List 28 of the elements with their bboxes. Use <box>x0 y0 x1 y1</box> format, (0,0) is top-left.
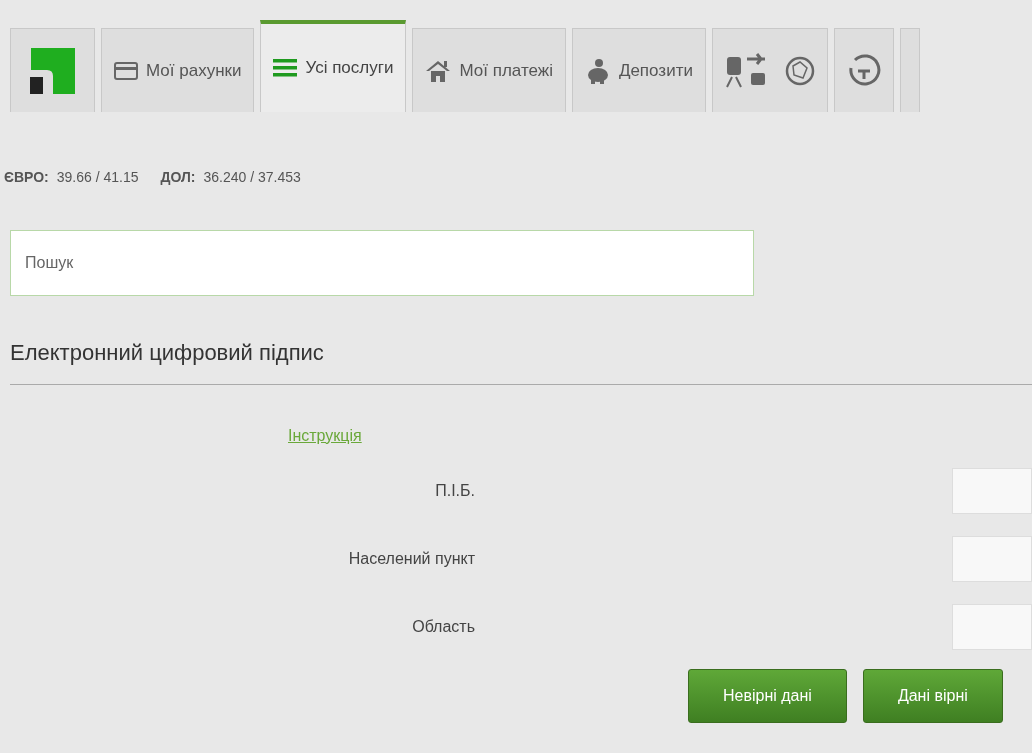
field-label: Населений пункт <box>347 550 475 568</box>
search-field[interactable]: Пошук <box>10 230 754 296</box>
nav-tab[interactable]: Мої платежі <box>412 28 566 112</box>
menu-icon <box>273 58 298 78</box>
form-button[interactable]: Дані вірні <box>862 669 1003 723</box>
nav-tab[interactable] <box>899 28 920 112</box>
currency-label: ДОЛ: <box>160 169 196 185</box>
input-field[interactable] <box>952 468 1032 514</box>
bank-logo-icon <box>28 45 77 96</box>
nav-tab[interactable]: Депозити <box>571 28 706 112</box>
input-field[interactable] <box>952 536 1032 582</box>
house-icon <box>425 58 452 83</box>
exchange-rate: 36.240 / 37.453 <box>203 169 301 185</box>
section-title: Електронний цифровий підпис <box>10 340 325 367</box>
history-tab[interactable] <box>833 28 894 112</box>
field-label: Область <box>411 618 475 636</box>
field-label: П.І.Б. <box>434 482 475 500</box>
globe-icon <box>784 55 815 86</box>
travel-tab[interactable] <box>711 28 828 112</box>
input-field[interactable] <box>952 604 1032 650</box>
clock-icon <box>846 53 881 88</box>
nav-tab[interactable]: Мої рахунки <box>101 28 255 112</box>
card-icon <box>114 61 138 80</box>
currency-label: ЄВРО: <box>4 169 49 185</box>
exchange-rate: 39.66 / 41.15 <box>56 169 139 185</box>
nav-tab[interactable]: Усі послуги <box>260 20 407 112</box>
logo-tab[interactable] <box>10 28 95 112</box>
form-button[interactable]: Невірні дані <box>688 669 847 723</box>
